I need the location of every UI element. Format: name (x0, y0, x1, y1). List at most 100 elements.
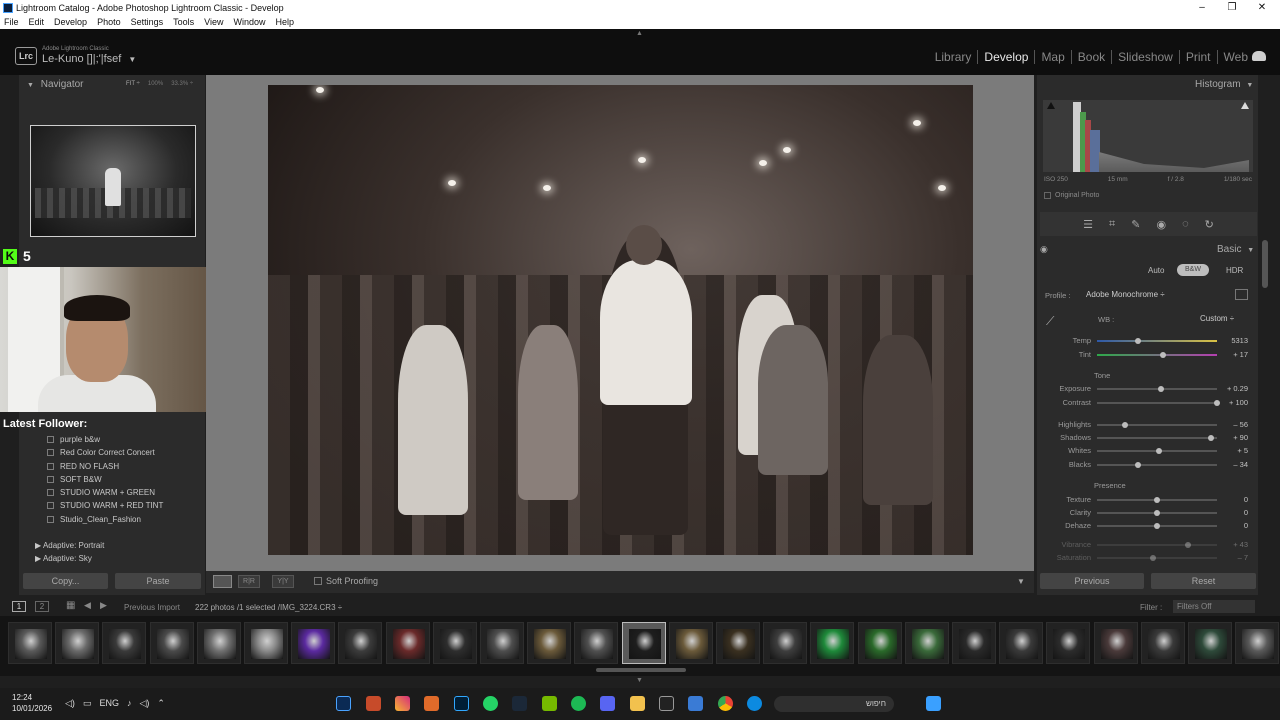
menu-help[interactable]: Help (276, 17, 295, 27)
whatsapp-icon[interactable] (483, 696, 498, 711)
copy-button[interactable]: Copy... (23, 573, 108, 589)
filmstrip-thumbnail[interactable] (1235, 622, 1280, 664)
preset-item[interactable]: SOFT B&W (47, 475, 102, 484)
profile-browser-icon[interactable] (1235, 289, 1248, 300)
soft-proofing-checkbox[interactable] (314, 577, 322, 585)
shadow-clipping-icon[interactable] (1047, 102, 1055, 109)
file-explorer-icon[interactable] (630, 696, 645, 711)
masking-icon[interactable]: ◌ (1182, 218, 1189, 230)
filmstrip-thumbnail[interactable] (621, 622, 666, 664)
slider-value-exposure[interactable]: + 0.29 (1214, 384, 1248, 393)
speaker-icon[interactable]: ◁) (65, 698, 75, 709)
slider-track-saturation[interactable] (1097, 557, 1217, 559)
filmstrip-thumbnail[interactable] (196, 622, 241, 664)
filmstrip-thumbnail[interactable] (574, 622, 619, 664)
preset-item[interactable]: RED NO FLASH (47, 462, 119, 471)
catalog-dropdown-icon[interactable]: ▼ (128, 55, 136, 64)
previous-button[interactable]: Previous (1040, 573, 1144, 589)
filmstrip-thumbnail[interactable] (999, 622, 1044, 664)
folder-expand-icon[interactable]: ▶ (35, 541, 43, 550)
preset-folder[interactable]: ▶ Adaptive: Portrait (35, 541, 104, 550)
menu-settings[interactable]: Settings (131, 17, 164, 27)
menu-view[interactable]: View (204, 17, 223, 27)
slider-thumb-texture[interactable] (1154, 497, 1160, 503)
menu-tools[interactable]: Tools (173, 17, 194, 27)
epic-games-icon[interactable] (659, 696, 674, 711)
catalog-name[interactable]: Le-Kuno []|;'|fsef ▼ (42, 53, 136, 65)
preset-item[interactable]: STUDIO WARM + RED TINT (47, 501, 163, 510)
histogram-disclosure-icon[interactable]: ▼ (1246, 82, 1253, 89)
mic-icon[interactable]: ♪ (127, 698, 132, 709)
lang-indicator[interactable]: ENG (99, 698, 119, 709)
preset-item[interactable]: Red Color Correct Concert (47, 448, 155, 457)
filmstrip-thumbnail[interactable] (338, 622, 383, 664)
filmstrip-thumbnail[interactable] (149, 622, 194, 664)
filmstrip-source[interactable]: Previous Import (124, 603, 180, 612)
filmstrip-thumbnail[interactable] (810, 622, 855, 664)
network-icon[interactable]: ▭ (83, 698, 92, 709)
nvidia-icon[interactable] (542, 696, 557, 711)
filmstrip-collapse-icon[interactable]: ▼ (636, 677, 643, 684)
cloud-icon[interactable] (1252, 51, 1266, 61)
slider-track-highlights[interactable] (1097, 424, 1217, 426)
show-hidden-icon[interactable]: ⌃ (157, 698, 165, 709)
paste-button[interactable]: Paste (115, 573, 201, 589)
forward-arrow-icon[interactable]: ▶ (100, 600, 107, 611)
filmstrip-thumbnail[interactable] (244, 622, 288, 664)
filmstrip-thumbnail[interactable] (763, 622, 808, 664)
toolbar-menu-icon[interactable]: ▼ (1017, 577, 1025, 586)
slider-track-temp[interactable] (1097, 340, 1217, 342)
close-icon[interactable]: ✕ (1247, 0, 1277, 15)
slider-track-shadows[interactable] (1097, 437, 1217, 439)
menu-photo[interactable]: Photo (97, 17, 121, 27)
store-icon[interactable] (688, 696, 703, 711)
top-panel-collapse-icon[interactable]: ▲ (636, 30, 643, 37)
filmstrip-thumbnail[interactable] (952, 622, 996, 664)
filter-dropdown[interactable]: Filters Off (1173, 600, 1255, 613)
zoom-fit[interactable]: FIT ÷ (126, 81, 140, 87)
taskbar-clock[interactable]: 12:24 10/01/2026 (12, 692, 52, 714)
filmstrip-thumbnail[interactable] (1140, 622, 1185, 664)
auto-button[interactable]: Auto (1148, 266, 1164, 275)
healing-icon[interactable]: ✎ (1131, 218, 1140, 231)
wb-eyedropper-icon[interactable]: ⟋ (1046, 314, 1066, 330)
soft-proofing-toggle[interactable]: Soft Proofing (314, 576, 378, 586)
slider-thumb-clarity[interactable] (1154, 510, 1160, 516)
brave-icon[interactable] (424, 696, 439, 711)
filmstrip-thumbnail[interactable] (291, 622, 336, 664)
filmstrip-thumbnail[interactable] (1093, 622, 1138, 664)
original-photo-toggle[interactable]: Original Photo (1044, 192, 1099, 199)
preset-item[interactable]: STUDIO WARM + GREEN (47, 488, 155, 497)
preset-folder[interactable]: ▶ Adaptive: Sky (35, 554, 92, 563)
slider-track-blacks[interactable] (1097, 464, 1217, 466)
original-photo-checkbox[interactable] (1044, 192, 1051, 199)
basic-disclosure-icon[interactable]: ▼ (1247, 247, 1254, 254)
before-after-split-icon[interactable]: Y|Y (272, 575, 294, 588)
menu-file[interactable]: File (4, 17, 19, 27)
module-map[interactable]: Map (1034, 50, 1070, 64)
slider-value-tint[interactable]: + 17 (1214, 350, 1248, 359)
slider-value-clarity[interactable]: 0 (1214, 508, 1248, 517)
filmstrip-thumbnail[interactable] (668, 622, 713, 664)
loupe-view-icon[interactable] (213, 575, 232, 588)
slider-thumb-blacks[interactable] (1134, 462, 1141, 468)
slider-value-dehaze[interactable]: 0 (1214, 521, 1248, 530)
hdr-button[interactable]: HDR (1226, 266, 1243, 275)
filmstrip-thumbnail[interactable] (716, 622, 760, 664)
filmstrip-thumbnail[interactable] (904, 622, 949, 664)
crop-icon[interactable]: ⌗ (1109, 218, 1115, 231)
screen2-button[interactable]: 2 (35, 601, 49, 612)
navigator-disclosure-icon[interactable]: ▼ (27, 82, 34, 89)
steam-icon[interactable] (512, 696, 527, 711)
histogram-header[interactable]: Histogram ▼ (1195, 79, 1253, 90)
slider-thumb-temp[interactable] (1134, 338, 1141, 344)
slider-value-shadows[interactable]: + 90 (1214, 433, 1248, 442)
edge-icon[interactable] (747, 696, 762, 711)
preset-item[interactable]: Studio_Clean_Fashion (47, 515, 141, 524)
filmstrip-thumbnail[interactable] (385, 622, 430, 664)
slider-value-temp[interactable]: 5313 (1214, 336, 1248, 345)
slider-track-tint[interactable] (1097, 354, 1217, 356)
before-after-icon[interactable]: R|R (238, 575, 260, 588)
filmstrip-thumbnail[interactable] (480, 622, 524, 664)
slider-value-highlights[interactable]: – 56 (1214, 420, 1248, 429)
